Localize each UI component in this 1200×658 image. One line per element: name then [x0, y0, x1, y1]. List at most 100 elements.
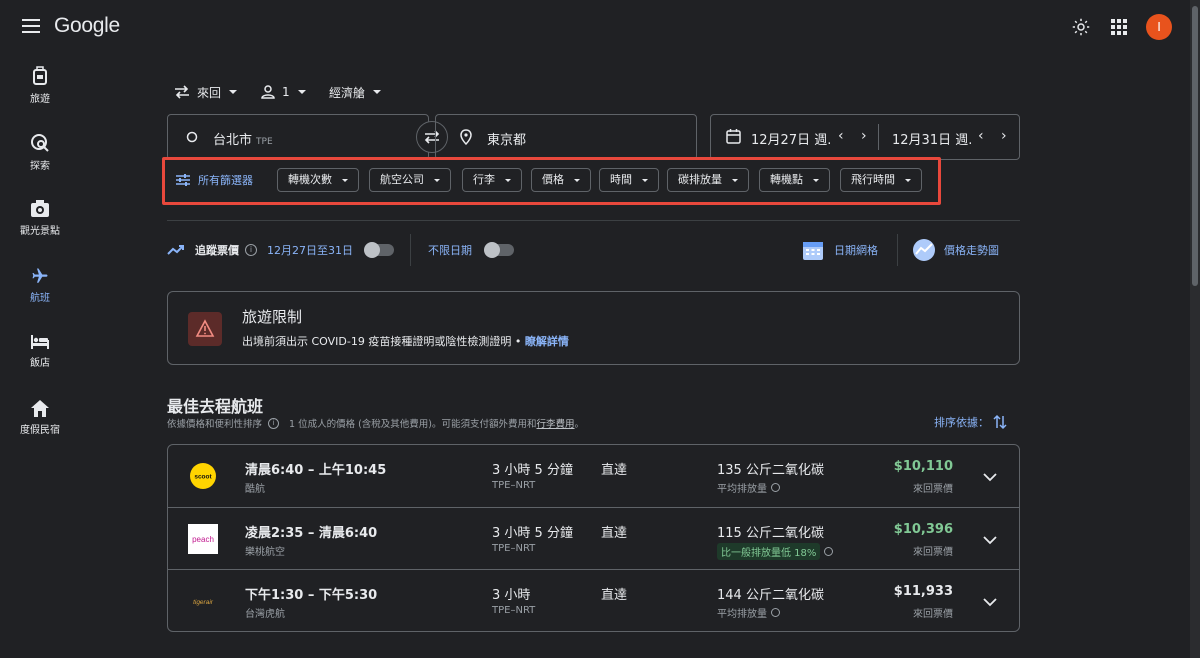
emissions-note-text: 平均排放量 — [717, 609, 767, 620]
chip-label: 航空公司 — [380, 173, 424, 186]
best-flights-subtitle: 依據價格和便利性排序 i 1 位成人的價格 (含稅及其他費用)。可能須支付額外費… — [167, 416, 584, 430]
all-filters-button[interactable]: 所有篩選器 — [176, 172, 253, 188]
luggage-icon — [33, 66, 47, 85]
depart-next-day-icon[interactable]: › — [861, 128, 867, 144]
origin-value: 台北市 — [213, 133, 253, 148]
depart-prev-day-icon[interactable]: ‹ — [838, 128, 844, 144]
chip-label: 行李 — [473, 173, 495, 186]
bed-icon — [31, 335, 49, 349]
sidebar-item-explore[interactable]: 探索 — [0, 133, 80, 172]
destination-value: 東京都 — [487, 133, 527, 148]
chevron-down-icon — [297, 90, 306, 94]
info-icon[interactable] — [771, 608, 780, 617]
date-grid-button[interactable]: 日期網格 — [802, 238, 878, 262]
destination-field[interactable]: 東京都 — [435, 114, 697, 160]
price-graph-label: 價格走勢圖 — [944, 244, 999, 257]
origin-field[interactable]: 台北市 TPE — [167, 114, 429, 160]
apps-grid-icon[interactable] — [1111, 19, 1127, 39]
trip-type-value: 來回 — [197, 85, 222, 100]
info-icon[interactable] — [771, 483, 780, 492]
depart-date[interactable]: 12月27日 週. — [751, 129, 831, 148]
chevron-down-icon — [574, 178, 580, 182]
camera-icon — [31, 200, 49, 217]
sidebar-item-travel[interactable]: 旅遊 — [0, 66, 80, 105]
google-logo[interactable]: Google — [54, 14, 120, 38]
vertical-divider — [410, 234, 411, 266]
info-icon[interactable]: i — [245, 244, 257, 256]
track-prices-toggle[interactable] — [364, 242, 394, 258]
passengers-value: 1 — [282, 85, 290, 99]
learn-more-link[interactable]: 瞭解詳情 — [525, 335, 569, 348]
filter-chip-duration[interactable]: 飛行時間 — [840, 168, 922, 192]
sidebar-item-hotels[interactable]: 飯店 — [0, 334, 80, 369]
return-prev-day-icon[interactable]: ‹ — [978, 128, 984, 144]
filter-chip-airlines[interactable]: 航空公司 — [369, 168, 451, 192]
info-icon[interactable] — [824, 547, 834, 556]
flight-stops: 直達 — [601, 526, 628, 541]
chevron-down-icon — [342, 178, 348, 182]
chip-label: 飛行時間 — [851, 173, 895, 186]
subtitle-end: 。 — [574, 419, 585, 430]
price-note: 來回票價 — [913, 484, 953, 495]
flight-emissions: 135 公斤二氧化碳 — [717, 463, 824, 478]
bag-fees-link[interactable]: 行李費用 — [537, 416, 575, 430]
sidebar-item-vacation-rentals[interactable]: 度假民宿 — [0, 400, 80, 436]
top-bar: Google I — [0, 0, 1200, 56]
theme-sun-icon[interactable] — [1072, 18, 1090, 40]
filter-chip-emissions[interactable]: 碳排放量 — [667, 168, 749, 192]
return-next-day-icon[interactable]: › — [1001, 128, 1007, 144]
filter-chip-stops[interactable]: 轉機次數 — [277, 168, 359, 192]
flight-emissions: 144 公斤二氧化碳 — [717, 588, 824, 603]
flight-duration: 3 小時 5 分鐘 — [492, 463, 573, 478]
flight-route: TPE–NRT — [492, 480, 536, 491]
return-date[interactable]: 12月31日 週. — [892, 129, 972, 148]
sidebar-item-attractions[interactable]: 觀光景點 — [0, 200, 80, 237]
calendar-icon — [726, 129, 741, 144]
warning-icon — [188, 312, 222, 346]
low-emissions-badge: 比一般排放量低 18% — [717, 543, 821, 560]
advisory-title: 旅遊限制 — [242, 308, 303, 326]
expand-chevron-icon[interactable] — [983, 530, 997, 549]
expand-chevron-icon[interactable] — [983, 592, 997, 611]
filter-chip-bags[interactable]: 行李 — [462, 168, 522, 192]
flight-emissions: 115 公斤二氧化碳 — [717, 526, 824, 541]
section-divider — [167, 220, 1020, 221]
flight-duration: 3 小時 — [492, 588, 531, 603]
any-dates-toggle[interactable] — [484, 242, 514, 258]
page-scrollbar[interactable] — [1190, 0, 1200, 658]
menu-icon[interactable] — [22, 19, 40, 33]
flight-route: TPE–NRT — [492, 543, 536, 554]
info-icon[interactable]: i — [268, 417, 280, 429]
any-dates: 不限日期 — [428, 238, 472, 262]
sort-icon — [993, 414, 1007, 430]
filter-chip-times[interactable]: 時間 — [599, 168, 659, 192]
passengers-select[interactable]: 1 — [261, 82, 306, 102]
flight-row[interactable]: tigerair 下午1:30 – 下午5:30 台灣虎航 3 小時 TPE–N… — [168, 569, 1019, 631]
account-avatar[interactable]: I — [1146, 14, 1172, 40]
svg-text:scoot: scoot — [194, 474, 212, 481]
scroll-thumb[interactable] — [1192, 6, 1198, 286]
emissions-note: 平均排放量 — [717, 480, 780, 495]
track-prices: 追蹤票價 i 12月27日至31日 — [167, 238, 353, 262]
sidebar-item-flights[interactable]: 航班 — [0, 267, 80, 304]
flight-row[interactable]: scoot 清晨6:40 – 上午10:45 酷航 3 小時 5 分鐘 TPE–… — [168, 445, 1019, 507]
sidebar-item-label: 度假民宿 — [20, 425, 60, 436]
filter-chip-price[interactable]: 價格 — [531, 168, 591, 192]
price-graph-button[interactable]: 價格走勢圖 — [912, 238, 999, 262]
flight-row[interactable]: peach 凌晨2:35 – 清晨6:40 樂桃航空 3 小時 5 分鐘 TPE… — [168, 507, 1019, 569]
date-divider — [878, 124, 879, 150]
expand-chevron-icon[interactable] — [983, 467, 997, 486]
chevron-down-icon — [732, 178, 738, 182]
filter-chip-connecting-airports[interactable]: 轉機點 — [759, 168, 830, 192]
chevron-down-icon — [229, 90, 238, 94]
any-dates-label: 不限日期 — [428, 244, 472, 257]
cabin-class-select[interactable]: 經濟艙 — [329, 82, 382, 102]
sort-basis-text: 依據價格和便利性排序 — [167, 419, 263, 430]
sort-by-button[interactable]: 排序依據： — [934, 414, 1007, 430]
chip-label: 轉機次數 — [288, 173, 332, 186]
airline-name: 酷航 — [245, 484, 265, 495]
flight-price: $11,933 — [893, 584, 953, 599]
trip-type-select[interactable]: 來回 — [174, 82, 238, 102]
scoot-logo: scoot — [188, 461, 218, 491]
date-range-field: 12月27日 週. ‹ › 12月31日 週. ‹ › — [710, 114, 1020, 160]
